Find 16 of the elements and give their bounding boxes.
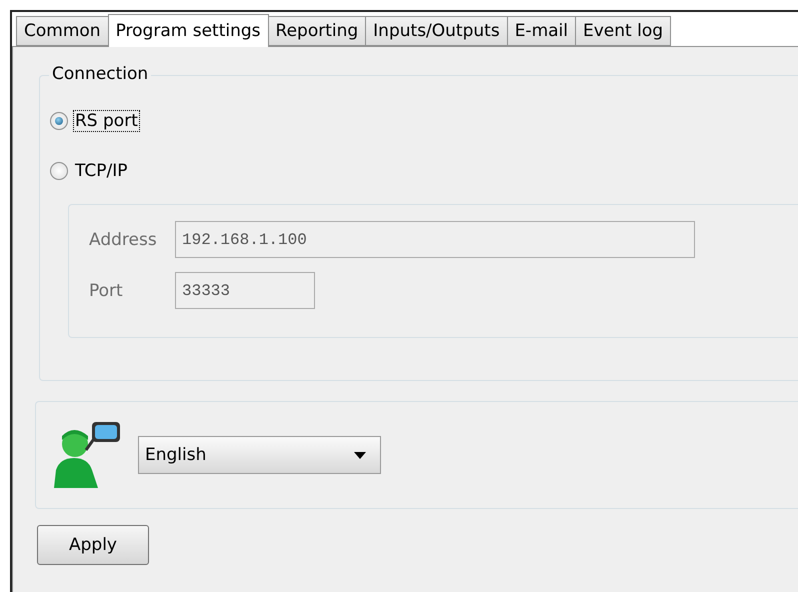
radio-label[interactable]: RS port: [74, 111, 139, 131]
apply-button[interactable]: Apply: [37, 525, 149, 565]
tab[interactable]: Reporting: [268, 16, 366, 46]
tab[interactable]: Event log: [575, 16, 672, 46]
tab[interactable]: E-mail: [506, 16, 576, 46]
person-speech-icon: [52, 420, 122, 490]
tab[interactable]: Program settings: [108, 14, 269, 47]
radio-button[interactable]: [50, 162, 68, 180]
caret-icon: [354, 452, 366, 458]
language-dropdown[interactable]: English: [138, 436, 381, 474]
field-label: Address: [89, 230, 158, 250]
field-label: Port: [89, 280, 124, 300]
tab[interactable]: Common: [16, 16, 109, 46]
radio-label[interactable]: TCP/IP: [74, 161, 129, 181]
radio-button[interactable]: [50, 112, 68, 130]
tab[interactable]: Inputs/Outputs: [365, 16, 508, 46]
